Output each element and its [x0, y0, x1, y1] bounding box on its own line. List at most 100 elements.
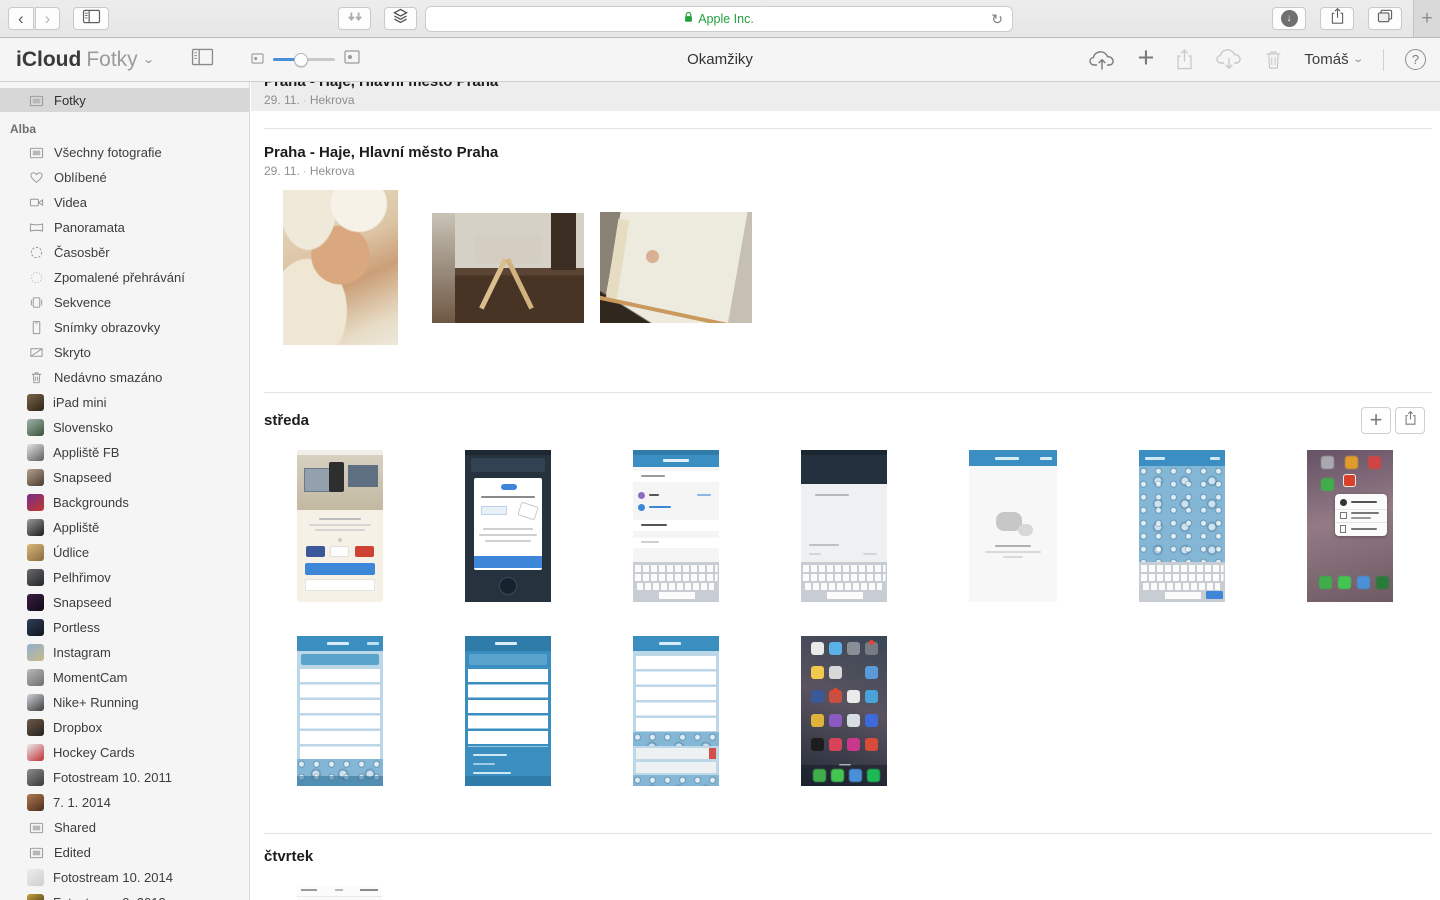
photo-thumbnail-dark-header-keyboard[interactable] [801, 450, 887, 602]
photo-thumbnail-threedtouch[interactable] [1307, 450, 1393, 602]
scrolled-moment-header: Praha - Haje, Hlavní město Praha 29. 11.… [251, 82, 1440, 111]
sidebar-item-videa[interactable]: Videa [0, 190, 249, 215]
address-bar[interactable]: Apple Inc. ↻ [425, 6, 1013, 32]
sidebar-item-ipad-mini[interactable]: iPad mini [0, 390, 249, 415]
sidebar-item-fotostream-10-2011[interactable]: Fotostream 10. 2011 [0, 765, 249, 790]
album-thumbnail [27, 394, 44, 411]
browser-forward-button[interactable]: › [35, 7, 61, 30]
photo-thumbnail-cradle[interactable] [600, 212, 752, 323]
sidebar-item-slovensko[interactable]: Slovensko [0, 415, 249, 440]
double-down-arrows-icon [346, 10, 364, 28]
photo-thumbnail-todo-menu[interactable] [465, 636, 551, 786]
sidebar-item-snimky-obrazovky[interactable]: Snímky obrazovky [0, 315, 249, 340]
sidebar-item-backgrounds[interactable]: Backgrounds [0, 490, 249, 515]
split-view-icon[interactable] [191, 48, 214, 71]
browser-back-button[interactable]: ‹ [8, 7, 34, 30]
sidebar-item-label: Fotky [54, 93, 86, 108]
photo-thumbnail-baby-face[interactable] [283, 190, 398, 345]
photo-thumbnail-droplets-keyboard[interactable] [1139, 450, 1225, 602]
album-thumbnail [27, 544, 44, 561]
sidebar-item-appliste[interactable]: Appliště [0, 515, 249, 540]
sidebar-item-label: Nike+ Running [53, 695, 139, 710]
sidebar-item-pelhrimov[interactable]: Pelhřimov [0, 565, 249, 590]
sidebar-item-nike-running[interactable]: Nike+ Running [0, 690, 249, 715]
moments-scroll-area[interactable]: Praha - Haje, Hlavní město Praha 29. 11.… [251, 82, 1440, 900]
slider-thumb[interactable] [294, 53, 308, 67]
sidebar-item-portless[interactable]: Portless [0, 615, 249, 640]
browser-tabs-button[interactable] [1368, 7, 1402, 30]
add-album-icon[interactable]: + [1137, 52, 1154, 68]
extension-layers-button[interactable] [384, 7, 417, 30]
back-icon: ‹ [9, 10, 33, 27]
share-moment-button[interactable] [1395, 407, 1425, 434]
help-button[interactable]: ? [1405, 49, 1426, 70]
sidebar-item-sekvence[interactable]: Sekvence [0, 290, 249, 315]
sidebar-item-udlice[interactable]: Údlice [0, 540, 249, 565]
album-thumbnail [27, 869, 44, 886]
sidebar-item-hockey-cards[interactable]: Hockey Cards [0, 740, 249, 765]
photo-thumbnail-todo-droplets[interactable] [297, 636, 383, 786]
sidebar-item-snapseed[interactable]: Snapseed [0, 590, 249, 615]
album-thumbnail [27, 444, 44, 461]
trash-icon [27, 369, 45, 387]
add-moment-to-album-button[interactable]: + [1361, 407, 1391, 434]
sidebar-item-casosber[interactable]: Časosběr [0, 240, 249, 265]
sidebar-item-nedavno-smazano[interactable]: Nedávno smazáno [0, 365, 249, 390]
sidebar-item-skryto[interactable]: Skryto [0, 340, 249, 365]
album-thumbnail [27, 644, 44, 661]
photo-thumbnail-white-top[interactable] [297, 887, 382, 900]
toolbar-divider [1383, 49, 1384, 71]
sidebar-item-fotostream-9-2013[interactable]: Fotostream 9. 2013 [0, 890, 249, 900]
sidebar-item-momentcam[interactable]: MomentCam [0, 665, 249, 690]
sidebar-item-oblibene[interactable]: Oblíbené [0, 165, 249, 190]
user-menu[interactable]: Tomáš ⌄ [1304, 51, 1362, 68]
screenshot-grid-row [251, 887, 1440, 900]
sidebar-item-label: Snapseed [53, 595, 112, 610]
moment-divider [264, 833, 1432, 834]
photo-thumbnail-dark-modal[interactable] [465, 450, 551, 602]
sidebar-item-fotky[interactable]: Fotky [0, 88, 249, 112]
browser-downloads-button[interactable]: ↓ [1272, 7, 1306, 30]
photo-thumbnail-form-keyboard[interactable] [633, 450, 719, 602]
screenshot-grid-row [251, 450, 1440, 602]
tab-overview-icon [1377, 9, 1393, 28]
photo-thumbnail-bassinet[interactable] [432, 213, 584, 323]
album-thumbnail [27, 619, 44, 636]
chevron-down-icon[interactable]: ⌄ [142, 53, 155, 66]
download-cloud-icon[interactable] [1215, 47, 1243, 72]
sidebar-item-edited[interactable]: Edited [0, 840, 249, 865]
thumbnail-zoom-slider[interactable] [273, 58, 335, 61]
reload-icon[interactable]: ↻ [991, 11, 1003, 28]
moment-title-clipped: Praha - Haje, Hlavní město Praha [264, 82, 1440, 90]
sidebar-item-dropbox[interactable]: Dropbox [0, 715, 249, 740]
photo-thumbnail-onboarding[interactable] [297, 450, 383, 602]
browser-sidebar-toggle-button[interactable] [73, 7, 109, 30]
timelapse-icon [27, 244, 45, 262]
sidebar-item-zpomalene-prehravani[interactable]: Zpomalené přehrávání [0, 265, 249, 290]
photo-thumbnail-homescreen[interactable] [801, 636, 887, 786]
sidebar-item-label: Hockey Cards [53, 745, 135, 760]
sidebar-item-appliste-fb[interactable]: Appliště FB [0, 440, 249, 465]
sidebar-item-label: Dropbox [53, 720, 102, 735]
pano-icon [27, 219, 45, 237]
extension-download-button[interactable] [338, 7, 371, 30]
sidebar-item-shared[interactable]: Shared [0, 815, 249, 840]
albums-icon [27, 844, 45, 862]
sidebar-item-panoramata[interactable]: Panoramata [0, 215, 249, 240]
sidebar-toggle-icon [82, 9, 101, 29]
sidebar-item-fotostream-10-2014[interactable]: Fotostream 10. 2014 [0, 865, 249, 890]
app-switcher[interactable]: Fotky [86, 48, 137, 72]
photo-thumbnail-todo-completed[interactable] [633, 636, 719, 786]
sidebar-item-vsechny-fotografie[interactable]: Všechny fotografie [0, 140, 249, 165]
sidebar-item-instagram[interactable]: Instagram [0, 640, 249, 665]
share-selection-icon[interactable] [1175, 48, 1194, 71]
sidebar-item-7-1-2014[interactable]: 7. 1. 2014 [0, 790, 249, 815]
new-tab-button[interactable]: + [1413, 0, 1440, 37]
share-icon [1404, 410, 1417, 431]
browser-share-button[interactable] [1320, 7, 1354, 30]
delete-icon[interactable] [1264, 49, 1283, 70]
photo-thumbnail-messages-empty[interactable] [969, 450, 1057, 602]
upload-cloud-icon[interactable] [1088, 47, 1116, 72]
sidebar-item-snapseed[interactable]: Snapseed [0, 465, 249, 490]
sidebar-item-label: Sekvence [54, 295, 111, 310]
